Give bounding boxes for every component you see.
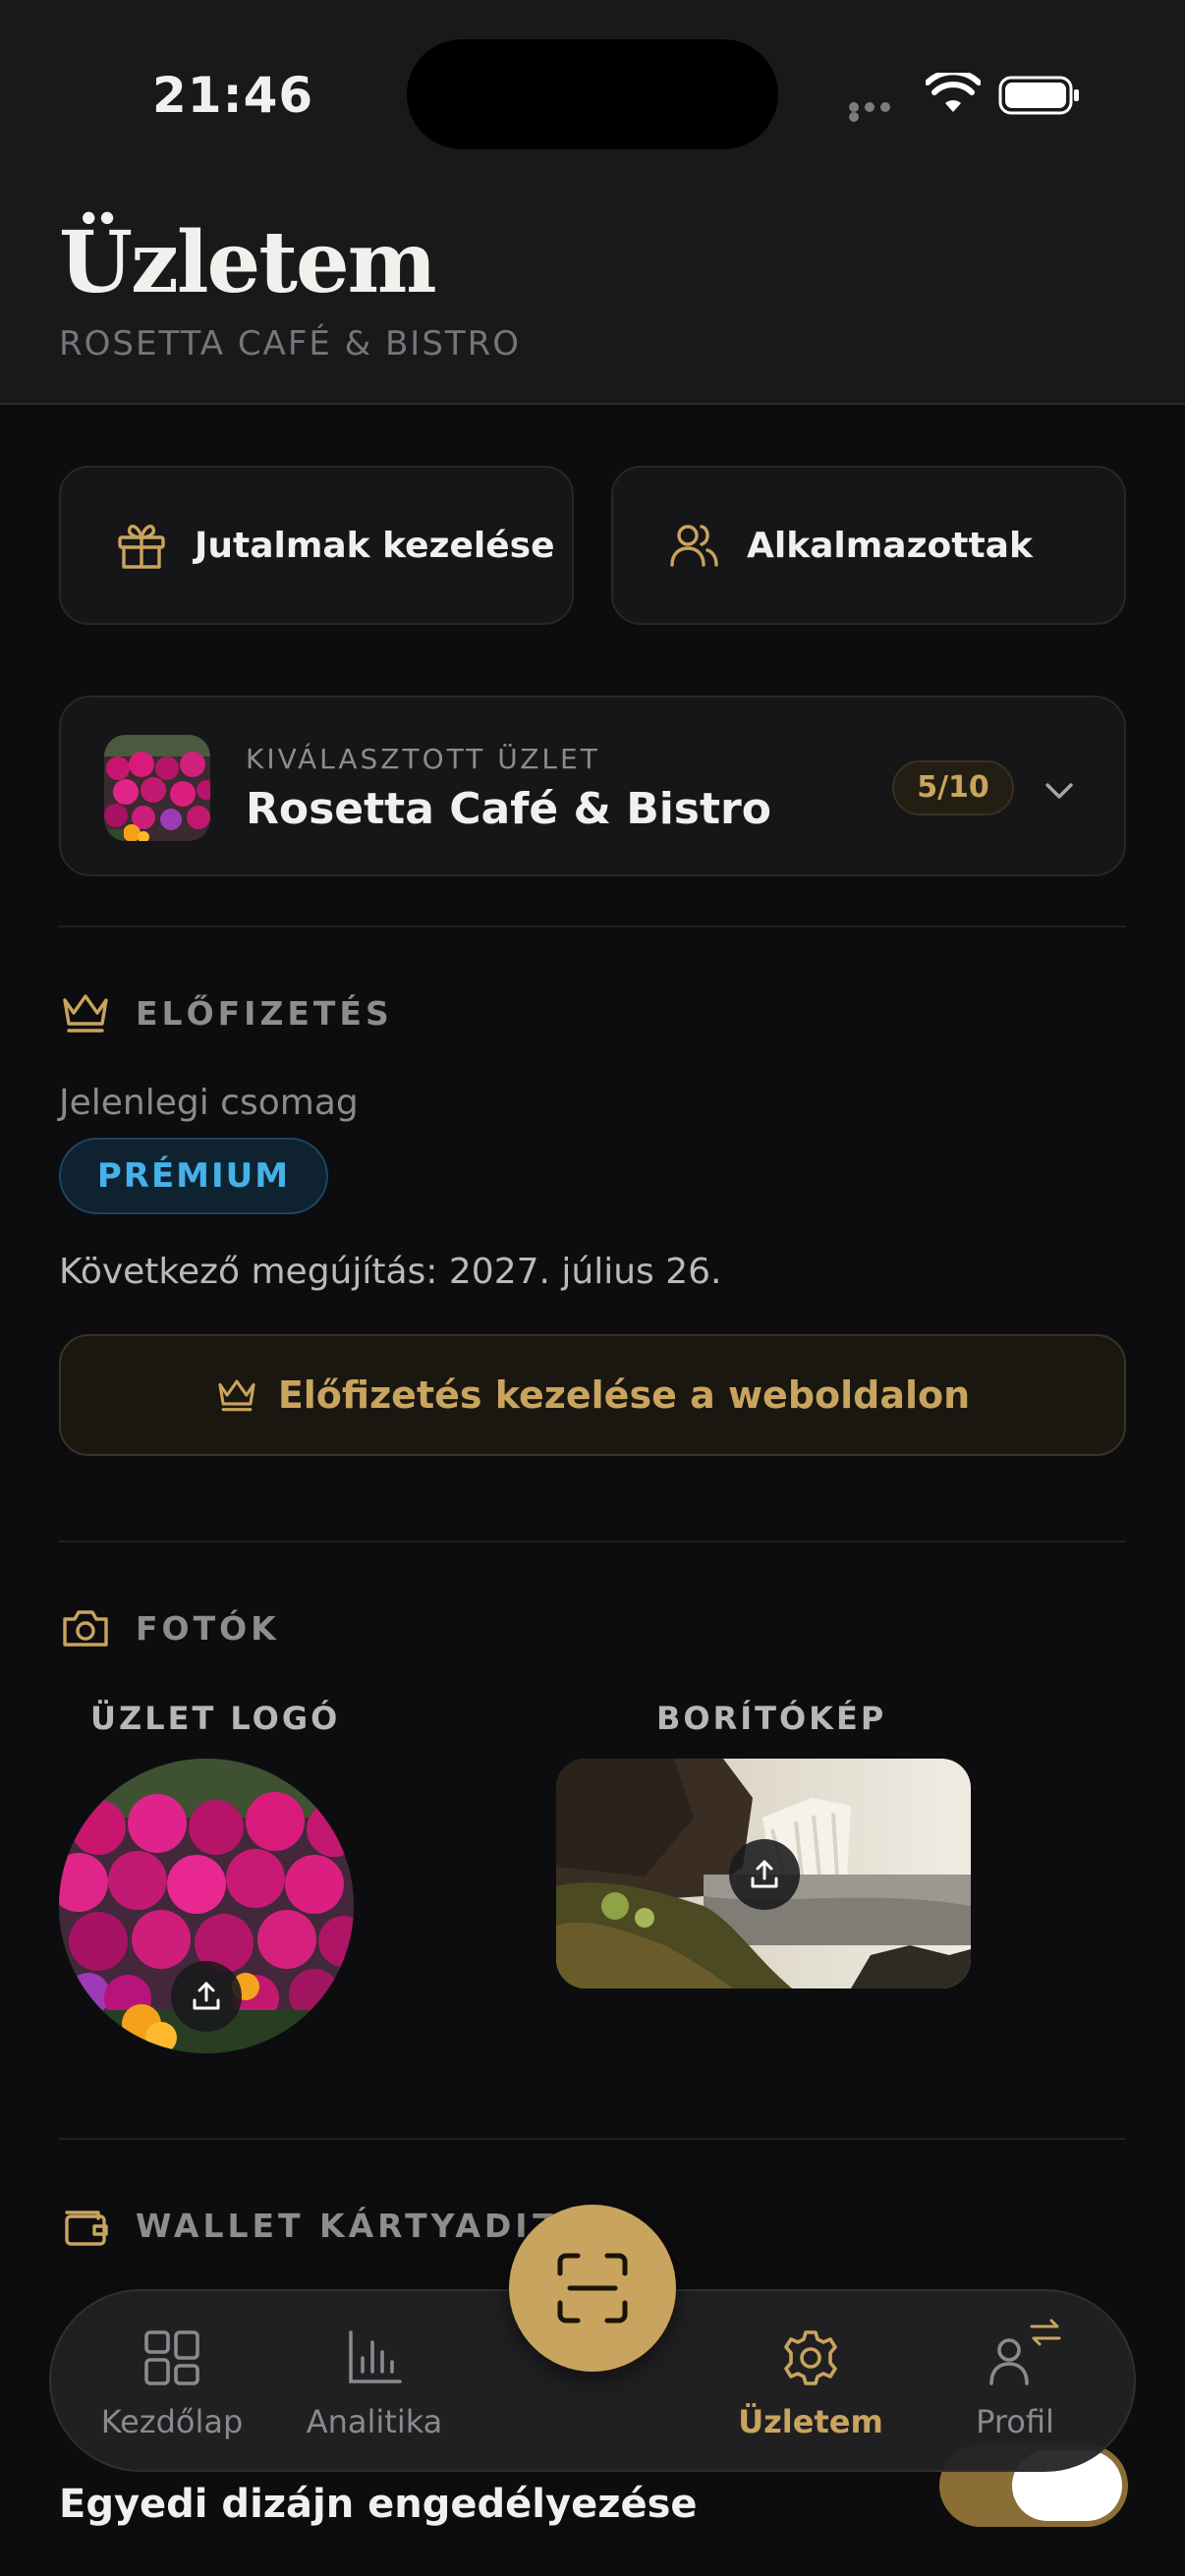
tab-my-store-label: Üzletem <box>738 2403 883 2440</box>
page-subtitle: ROSETTA CAFÉ & BISTRO <box>59 324 522 364</box>
store-caption: KIVÁLASZTOTT ÜZLET <box>246 743 600 775</box>
home-grid-icon <box>144 2330 199 2385</box>
wallet-icon <box>65 2211 108 2246</box>
upload-cover-button[interactable] <box>729 1839 800 1910</box>
chevron-down-icon <box>1045 783 1073 799</box>
subscription-section-label: ELŐFIZETÉS <box>136 993 393 1033</box>
tab-my-store[interactable]: Üzletem <box>717 2326 904 2440</box>
tab-analytics-label: Analitika <box>306 2403 443 2440</box>
gear-icon <box>784 2330 837 2385</box>
employees-button[interactable]: Alkalmazottak <box>611 466 1126 625</box>
manage-subscription-label: Előfizetés kezelése a weboldalon <box>277 1373 971 1417</box>
upload-icon <box>751 1860 778 1888</box>
crown-icon <box>218 1379 255 1412</box>
photos-section-label: FOTÓK <box>136 1608 280 1648</box>
logo-label: ÜZLET LOGÓ <box>90 1700 341 1737</box>
gift-icon <box>118 525 165 569</box>
store-selector[interactable]: KIVÁLASZTOTT ÜZLET Rosetta Café & Bistro… <box>59 696 1126 876</box>
manage-subscription-button[interactable]: Előfizetés kezelése a weboldalon <box>59 1334 1126 1456</box>
tab-profile-label: Profil <box>976 2403 1054 2440</box>
wallet-section-label: WALLET KÁRTYADIZÁ <box>136 2206 589 2245</box>
crown-icon <box>63 994 108 1033</box>
divider <box>59 1540 1126 1542</box>
dynamic-island <box>407 39 778 149</box>
current-plan-label: Jelenlegi csomag <box>59 1083 359 1123</box>
cover-label: BORÍTÓKÉP <box>656 1700 887 1737</box>
tab-home[interactable]: Kezdőlap <box>79 2326 265 2440</box>
switch-arrows-icon <box>1030 2319 1061 2346</box>
renewal-date: Következő megújítás: 2027. július 26. <box>59 1252 722 1292</box>
wallet-section-header: WALLET KÁRTYADIZÁ <box>59 2199 588 2252</box>
manage-rewards-button[interactable]: Jutalmak kezelése <box>59 466 574 625</box>
users-icon <box>670 525 718 567</box>
store-thumbnail <box>104 735 210 841</box>
divider <box>59 2138 1126 2140</box>
scan-button[interactable] <box>509 2205 676 2372</box>
employees-label: Alkalmazottak <box>747 525 1033 566</box>
scan-icon <box>557 2253 628 2324</box>
battery-icon <box>998 76 1079 115</box>
bar-chart-icon <box>349 2330 402 2383</box>
store-logo-image[interactable] <box>59 1759 354 2053</box>
tab-home-label: Kezdőlap <box>100 2403 244 2440</box>
store-count-badge: 5/10 <box>892 760 1014 815</box>
tab-analytics[interactable]: Analitika <box>281 2326 468 2440</box>
custom-design-label: Egyedi dizájn engedélyezése <box>59 2482 698 2527</box>
camera-icon <box>63 1610 108 1647</box>
divider <box>59 925 1126 927</box>
top-header: 21:46 Üzletem ROSETTA CAFÉ & BISTRO <box>0 0 1185 405</box>
plan-badge: PRÉMIUM <box>59 1138 328 1214</box>
cellular-signal-icon <box>849 102 906 122</box>
cover-image[interactable] <box>556 1759 971 1988</box>
upload-logo-button[interactable] <box>171 1961 242 2032</box>
subscription-section-header: ELŐFIZETÉS <box>59 986 393 1039</box>
status-time: 21:46 <box>152 67 314 124</box>
store-name: Rosetta Café & Bistro <box>246 784 771 834</box>
page-title: Üzletem <box>59 213 437 312</box>
photos-section-header: FOTÓK <box>59 1601 280 1654</box>
manage-rewards-label: Jutalmak kezelése <box>195 525 555 566</box>
upload-icon <box>193 1982 220 2010</box>
tab-profile[interactable]: Profil <box>922 2326 1108 2440</box>
wifi-icon <box>926 73 981 112</box>
